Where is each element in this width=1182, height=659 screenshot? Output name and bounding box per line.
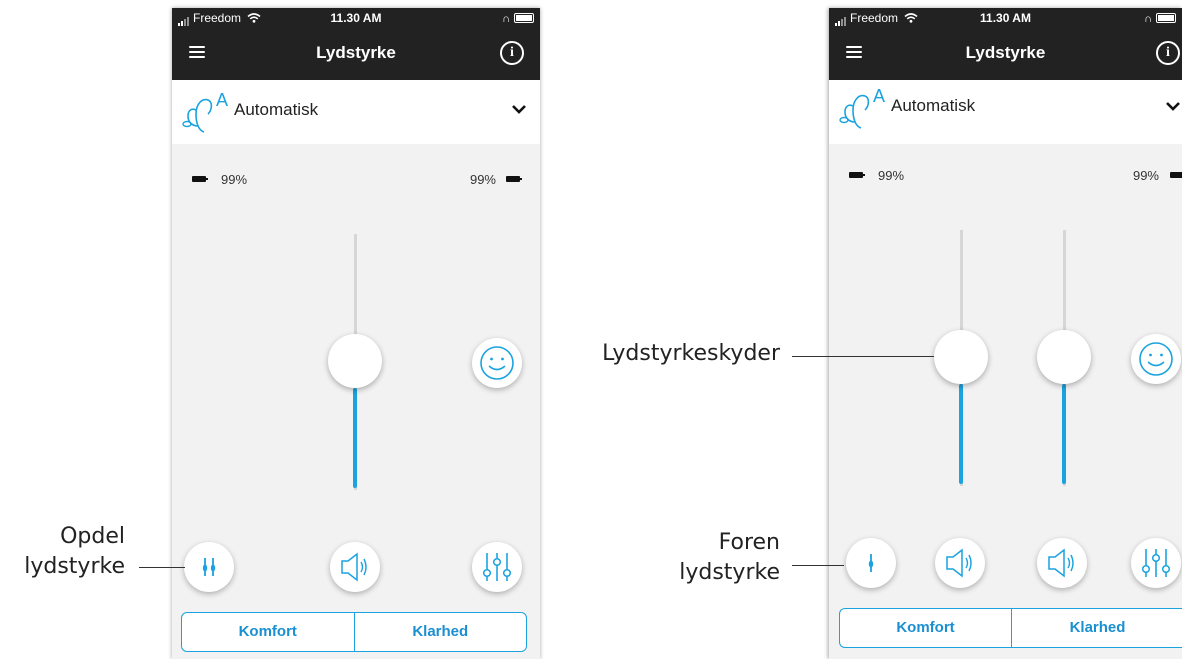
- speaker-icon: [946, 548, 972, 578]
- segment-komfort[interactable]: Komfort: [182, 613, 354, 651]
- left-phone-screen: Freedom 11.30 AM ∩ Lydstyrke i A Automat…: [172, 8, 540, 659]
- speaker-button[interactable]: [330, 542, 380, 592]
- right-volume-slider-fill: [1062, 384, 1066, 484]
- speaker-icon: [1048, 548, 1074, 578]
- callout-join-volume: Foren lydstyrke: [600, 528, 780, 588]
- info-icon[interactable]: i: [500, 41, 524, 65]
- smiley-button[interactable]: [1131, 334, 1181, 384]
- program-letter: A: [216, 90, 228, 110]
- callout-split-volume: Opdel lydstyrke: [0, 522, 125, 582]
- equalizer-button[interactable]: [1131, 538, 1181, 588]
- callout-split-leader: [139, 567, 185, 568]
- join-volume-button[interactable]: [846, 538, 896, 588]
- callout-slider-label: Lydstyrkeskyder: [602, 341, 780, 366]
- callout-join-line2: lydstyrke: [679, 560, 780, 585]
- status-bar: Freedom 11.30 AM ∩: [829, 8, 1182, 28]
- program-selector[interactable]: A Automatisk: [172, 80, 540, 144]
- equalizer-button[interactable]: [472, 542, 522, 592]
- clock: 11.30 AM: [330, 11, 382, 25]
- callout-split-line1: Opdel: [60, 524, 125, 549]
- right-phone-screen: Freedom 11.30 AM ∩ Lydstyrke i A Automat…: [829, 8, 1182, 659]
- segment-klarhed[interactable]: Klarhed: [1011, 609, 1182, 647]
- left-battery-percent: 99%: [221, 172, 248, 187]
- left-volume-slider-fill: [959, 384, 963, 484]
- right-speaker-button[interactable]: [1037, 538, 1087, 588]
- program-selector[interactable]: A Automatisk: [829, 80, 1182, 144]
- split-volume-button[interactable]: [184, 542, 234, 592]
- headset-icon: ∩: [502, 13, 510, 25]
- program-name: Automatisk: [891, 96, 976, 115]
- smiley-icon: [480, 346, 514, 380]
- smiley-button[interactable]: [472, 338, 522, 388]
- program-name: Automatisk: [234, 100, 319, 119]
- page-title: Lydstyrke: [316, 43, 396, 62]
- equalizer-icon: [482, 553, 512, 581]
- segment-komfort[interactable]: Komfort: [840, 609, 1011, 647]
- battery-icon: [1156, 13, 1176, 23]
- mode-segmented-control: Komfort Klarhed: [181, 612, 527, 652]
- callout-join-line1: Foren: [718, 530, 780, 555]
- left-battery-percent: 99%: [878, 168, 905, 183]
- clock: 11.30 AM: [980, 11, 1031, 25]
- mode-segmented-control: Komfort Klarhed: [839, 608, 1182, 648]
- speaker-icon: [341, 552, 367, 582]
- hearing-aid-icon: A: [839, 86, 885, 129]
- segment-klarhed[interactable]: Klarhed: [353, 613, 527, 651]
- right-battery-percent: 99%: [1132, 168, 1159, 183]
- nav-bar: Lydstyrke i: [829, 28, 1182, 80]
- right-battery-icon: [506, 176, 522, 182]
- callout-join-leader: [792, 565, 844, 566]
- battery-icon: [514, 13, 534, 23]
- left-volume-slider-thumb[interactable]: [934, 330, 988, 384]
- volume-slider-thumb[interactable]: [328, 334, 382, 388]
- hearing-aid-icon: A: [182, 90, 228, 133]
- status-bar: Freedom 11.30 AM ∩: [172, 8, 540, 28]
- equalizer-icon: [1141, 549, 1171, 577]
- status-icons: ∩: [1144, 11, 1176, 25]
- volume-slider-fill: [353, 388, 357, 488]
- right-volume-slider-thumb[interactable]: [1037, 330, 1091, 384]
- left-battery-icon: [192, 176, 208, 182]
- page-title: Lydstyrke: [965, 43, 1046, 62]
- info-icon[interactable]: i: [1156, 41, 1180, 65]
- nav-bar: Lydstyrke i: [172, 28, 540, 80]
- status-icons: ∩: [502, 11, 534, 25]
- callout-split-line2: lydstyrke: [24, 554, 125, 579]
- right-battery-icon: [1170, 172, 1182, 178]
- program-letter: A: [873, 86, 885, 106]
- right-battery-percent: 99%: [469, 172, 496, 187]
- chevron-down-icon[interactable]: [1166, 99, 1180, 113]
- callout-volume-slider: Lydstyrkeskyder: [560, 339, 780, 369]
- smiley-icon: [1139, 342, 1173, 376]
- left-speaker-button[interactable]: [935, 538, 985, 588]
- split-volume-icon: [202, 558, 216, 576]
- headset-icon: ∩: [1144, 13, 1152, 25]
- left-battery-icon: [849, 172, 865, 178]
- chevron-down-icon[interactable]: [512, 102, 526, 116]
- callout-slider-leader: [792, 356, 934, 357]
- join-volume-icon: [868, 554, 874, 572]
